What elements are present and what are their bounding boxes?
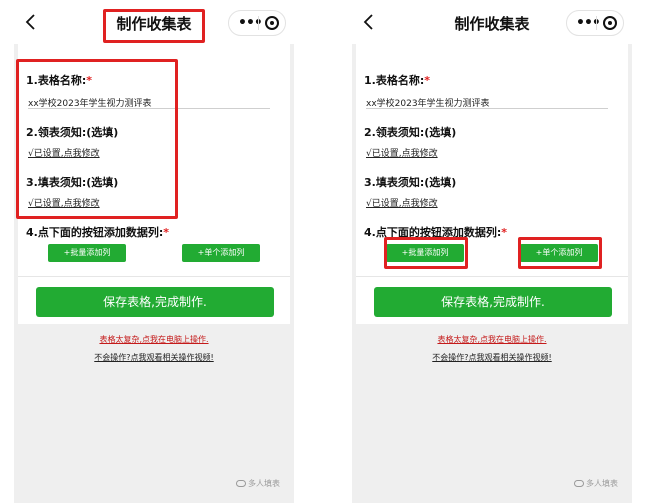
required-mark: * <box>424 74 430 87</box>
required-mark: * <box>501 226 507 239</box>
fill-notice-label: 3.填表须知:(选填) <box>364 176 457 189</box>
desktop-operate-link[interactable]: 表格太复杂,点我在电脑上操作. <box>14 334 294 345</box>
receive-notice-label: 2.领表须知:(选填) <box>364 126 457 139</box>
navbar: 制作收集表 ••• <box>352 0 632 44</box>
add-columns-label: 4.点下面的按钮添加数据列:* <box>26 226 169 239</box>
divider <box>356 276 628 277</box>
watermark: 多人填表 <box>574 478 618 489</box>
form-card: 1.表格名称:* xx学校2023年学生视力测评表 2.领表须知:(选填) √已… <box>356 44 628 324</box>
wechat-logo-icon <box>236 480 246 487</box>
capsule-divider <box>596 16 597 30</box>
capsule-divider <box>258 16 259 30</box>
fill-notice-status-link[interactable]: √已设置,点我修改 <box>366 196 438 209</box>
mini-program-capsule: ••• <box>228 10 286 36</box>
input-underline <box>366 108 608 109</box>
highlight-box-title <box>103 9 205 43</box>
required-mark: * <box>163 226 169 239</box>
target-close-icon[interactable] <box>265 16 279 30</box>
mini-program-capsule: ••• <box>566 10 624 36</box>
batch-add-column-button[interactable]: +批量添加列 <box>48 244 126 262</box>
save-table-button[interactable]: 保存表格,完成制作. <box>374 287 612 317</box>
watermark: 多人填表 <box>236 478 280 489</box>
tutorial-video-link[interactable]: 不会操作?点我观看相关操作视频! <box>352 352 632 363</box>
desktop-operate-link[interactable]: 表格太复杂,点我在电脑上操作. <box>352 334 632 345</box>
tutorial-video-link[interactable]: 不会操作?点我观看相关操作视频! <box>14 352 294 363</box>
highlight-box-single-add <box>518 237 602 269</box>
receive-notice-status-link[interactable]: √已设置,点我修改 <box>366 146 438 159</box>
table-name-label: 1.表格名称:* <box>364 74 430 87</box>
divider <box>18 276 290 277</box>
target-close-icon[interactable] <box>603 16 617 30</box>
highlight-box-fields <box>16 59 178 219</box>
single-add-column-button[interactable]: +单个添加列 <box>182 244 260 262</box>
wechat-logo-icon <box>574 480 584 487</box>
save-table-button[interactable]: 保存表格,完成制作. <box>36 287 274 317</box>
highlight-box-batch-add <box>384 237 468 269</box>
